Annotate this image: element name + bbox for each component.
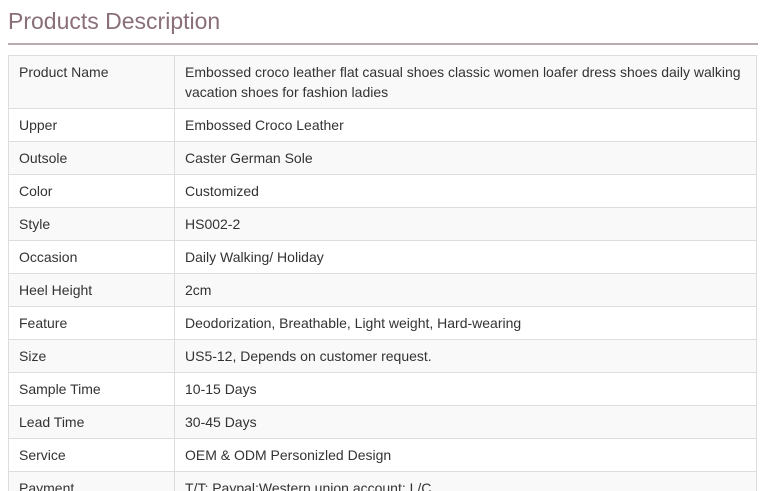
spec-label-feature: Feature: [8, 306, 175, 340]
spec-value-service: OEM & ODM Personizled Design: [174, 438, 757, 472]
table-row: Product Name Embossed croco leather flat…: [8, 55, 757, 109]
product-spec-table: Product Name Embossed croco leather flat…: [8, 55, 757, 491]
table-row: Size US5-12, Depends on customer request…: [8, 339, 757, 373]
spec-label-upper: Upper: [8, 108, 175, 142]
products-description-page: Products Description Product Name Emboss…: [0, 0, 768, 491]
spec-label-heel-height: Heel Height: [8, 273, 175, 307]
spec-label-payment: Payment: [8, 471, 175, 491]
spec-value-size: US5-12, Depends on customer request.: [174, 339, 757, 373]
spec-value-feature: Deodorization, Breathable, Light weight,…: [174, 306, 757, 340]
spec-label-service: Service: [8, 438, 175, 472]
spec-table-body: Product Name Embossed croco leather flat…: [8, 55, 757, 491]
spec-value-lead-time: 30-45 Days: [174, 405, 757, 439]
spec-value-occasion: Daily Walking/ Holiday: [174, 240, 757, 274]
spec-label-lead-time: Lead Time: [8, 405, 175, 439]
table-row: Heel Height 2cm: [8, 273, 757, 307]
table-row: Color Customized: [8, 174, 757, 208]
spec-label-sample-time: Sample Time: [8, 372, 175, 406]
table-row: Service OEM & ODM Personizled Design: [8, 438, 757, 472]
table-row: Payment T/T; Paypal;Western union accoun…: [8, 471, 757, 491]
section-title: Products Description: [8, 8, 221, 34]
spec-value-sample-time: 10-15 Days: [174, 372, 757, 406]
spec-label-occasion: Occasion: [8, 240, 175, 274]
spec-label-size: Size: [8, 339, 175, 373]
table-row: Outsole Caster German Sole: [8, 141, 757, 175]
table-row: Feature Deodorization, Breathable, Light…: [8, 306, 757, 340]
spec-value-product-name: Embossed croco leather flat casual shoes…: [174, 55, 757, 109]
table-row: Upper Embossed Croco Leather: [8, 108, 757, 142]
table-row: Occasion Daily Walking/ Holiday: [8, 240, 757, 274]
spec-label-color: Color: [8, 174, 175, 208]
spec-value-upper: Embossed Croco Leather: [174, 108, 757, 142]
spec-label-product-name: Product Name: [8, 55, 175, 109]
spec-value-color: Customized: [174, 174, 757, 208]
table-row: Lead Time 30-45 Days: [8, 405, 757, 439]
spec-value-style: HS002-2: [174, 207, 757, 241]
spec-value-payment: T/T; Paypal;Western union account; L/C: [174, 471, 757, 491]
title-divider: [8, 43, 758, 45]
table-row: Sample Time 10-15 Days: [8, 372, 757, 406]
spec-label-outsole: Outsole: [8, 141, 175, 175]
table-row: Style HS002-2: [8, 207, 757, 241]
spec-value-outsole: Caster German Sole: [174, 141, 757, 175]
spec-value-heel-height: 2cm: [174, 273, 757, 307]
spec-label-style: Style: [8, 207, 175, 241]
